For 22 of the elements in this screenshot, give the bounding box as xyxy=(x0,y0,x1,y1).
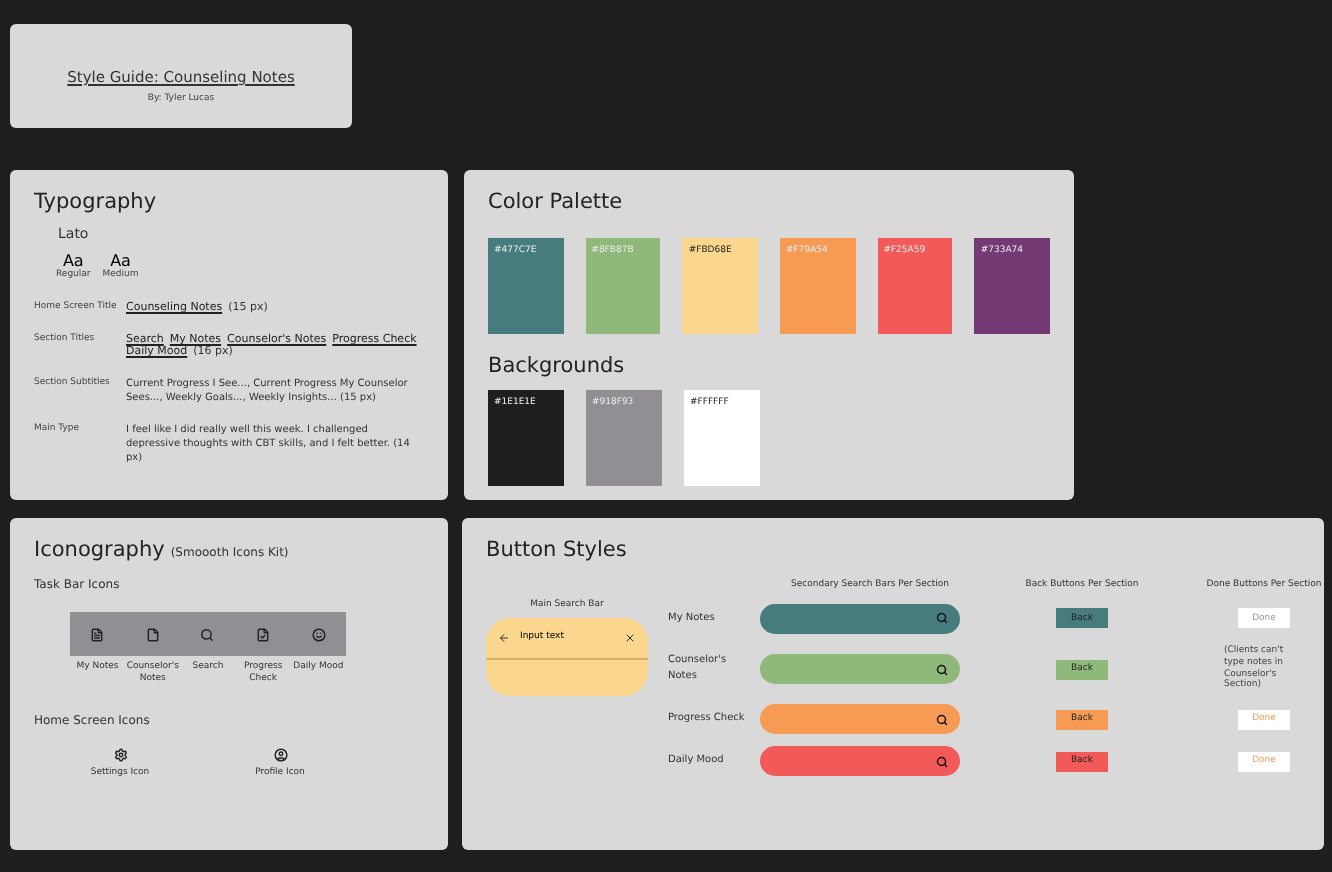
section-title: Iconography xyxy=(34,538,165,562)
file-icon xyxy=(145,627,160,641)
search-icon xyxy=(936,755,948,768)
search-icon xyxy=(936,713,948,726)
mood-icon xyxy=(311,627,326,641)
settings-icon xyxy=(113,747,127,762)
profile-icon xyxy=(273,747,287,762)
search-icon xyxy=(200,627,215,641)
font-sample: Aa xyxy=(110,252,131,270)
section-search-bar[interactable] xyxy=(760,603,960,634)
notes-icon xyxy=(90,627,105,641)
section-title: Backgrounds xyxy=(488,354,627,378)
section-search-bar[interactable] xyxy=(760,746,960,777)
search-icon xyxy=(936,612,948,625)
close-icon[interactable] xyxy=(624,631,636,644)
check-icon xyxy=(256,627,271,641)
section-title: Button Styles xyxy=(486,538,629,562)
back-arrow-icon[interactable] xyxy=(498,631,510,644)
section-title: Typography xyxy=(34,190,159,214)
font-sample: Aa xyxy=(62,252,84,270)
search-icon xyxy=(936,663,948,676)
section-title: Color Palette xyxy=(488,190,625,214)
